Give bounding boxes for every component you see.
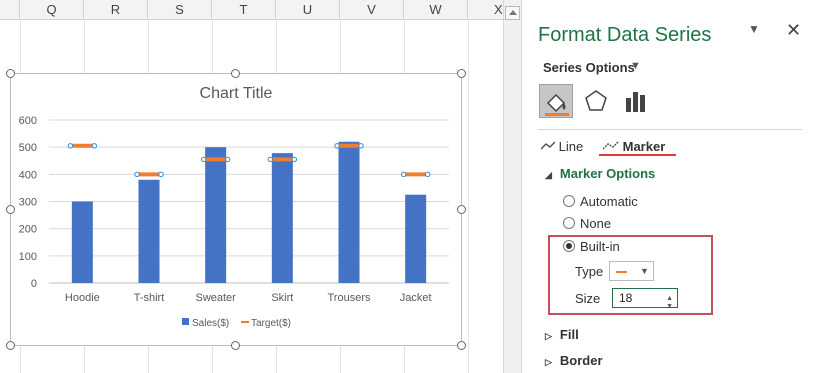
column-header-u[interactable]: U: [276, 0, 340, 20]
spreadsheet-area: Q R S T U V W X Chart Title 0 100 200 300 40…: [0, 0, 503, 373]
resize-handle-bottom[interactable]: [231, 341, 240, 350]
bar[interactable]: [271, 153, 293, 283]
size-label: Size: [575, 291, 601, 306]
x-tick-label: Hoodie: [65, 292, 100, 304]
selection-point: [200, 156, 207, 163]
resize-handle-bottom-left[interactable]: [6, 341, 15, 350]
selection-point: [358, 143, 364, 149]
spin-down-icon[interactable]: ▼: [666, 298, 673, 316]
bar[interactable]: [205, 147, 227, 283]
marker-options-header[interactable]: ◢ Marker Options: [545, 166, 655, 181]
legend-label-sales: Sales($): [192, 318, 229, 329]
x-tick-label: Jacket: [400, 292, 432, 304]
close-icon[interactable]: ✕: [786, 20, 801, 41]
collapsed-triangle-icon: ▷: [545, 331, 552, 341]
radio-automatic[interactable]: Automatic: [563, 194, 638, 209]
legend-label-target: Target($): [251, 318, 291, 329]
format-data-series-pane: Format Data Series ▼ ✕ Series Options ▼ …: [523, 0, 815, 373]
column-header-v[interactable]: V: [340, 0, 404, 20]
effects-icon[interactable]: [579, 84, 613, 118]
chevron-down-icon[interactable]: ▼: [748, 22, 760, 36]
selection-point: [334, 143, 340, 149]
fill-line-icon[interactable]: [539, 84, 573, 118]
resize-handle-top-right[interactable]: [457, 69, 466, 78]
dash-marker-icon: [616, 271, 627, 273]
tab-line-label: Line: [558, 139, 584, 154]
radio-none[interactable]: None: [563, 216, 611, 231]
x-tick-label: Sweater: [195, 292, 236, 304]
selection-point: [424, 171, 431, 178]
tab-marker[interactable]: Marker: [602, 139, 666, 154]
y-tick-label: 400: [19, 169, 37, 181]
caret-down-icon[interactable]: ▼: [630, 60, 641, 72]
pane-title: Format Data Series: [538, 24, 712, 46]
column-header-t[interactable]: T: [212, 0, 276, 20]
series-options-dropdown[interactable]: Series Options: [543, 60, 635, 75]
series-options-icon[interactable]: [619, 84, 653, 118]
selection-point: [267, 156, 274, 163]
collapsed-triangle-icon: ▷: [545, 357, 552, 367]
column-header-s[interactable]: S: [148, 0, 212, 20]
chart-area[interactable]: Chart Title 0 100 200 300 400 500 600 Hoodie T-s…: [10, 73, 462, 346]
x-tick-label: Trousers: [328, 292, 371, 304]
tab-line[interactable]: Line: [540, 139, 584, 154]
radio-built-in[interactable]: Built-in: [563, 239, 620, 254]
y-tick-label: 600: [19, 115, 37, 127]
bar[interactable]: [138, 179, 160, 283]
selection-point: [91, 143, 98, 149]
selection-point: [158, 171, 164, 178]
column-header-q[interactable]: Q: [20, 0, 84, 20]
line-icon: [540, 141, 556, 150]
selection-point: [134, 171, 140, 178]
selection-point: [224, 156, 231, 163]
resize-handle-right[interactable]: [457, 205, 466, 214]
column-header-r[interactable]: R: [84, 0, 148, 20]
border-section[interactable]: ▷ Border: [545, 353, 603, 368]
marker-size-input[interactable]: 18 ▲ ▼: [612, 288, 678, 310]
selection-point: [400, 171, 407, 178]
bar[interactable]: [71, 201, 93, 284]
y-tick-label: 200: [19, 224, 37, 236]
column-header-row: Q R S T U V W X: [0, 0, 503, 20]
bar[interactable]: [338, 141, 360, 283]
legend-swatch-sales: [182, 318, 189, 325]
resize-handle-top[interactable]: [231, 69, 240, 78]
fill-section[interactable]: ▷ Fill: [545, 327, 579, 342]
marker-type-dropdown[interactable]: ▼: [609, 261, 654, 281]
y-tick-label: 100: [19, 251, 37, 263]
type-label: Type: [575, 264, 604, 279]
resize-handle-bottom-right[interactable]: [457, 341, 466, 350]
marker-icon: [602, 141, 619, 150]
y-tick-label: 500: [19, 142, 37, 154]
resize-handle-top-left[interactable]: [6, 69, 15, 78]
y-tick-label: 0: [31, 278, 37, 290]
column-header-w[interactable]: W: [404, 0, 468, 20]
bar[interactable]: [405, 194, 427, 283]
scroll-up-arrow[interactable]: [505, 6, 520, 20]
column-header-x[interactable]: X: [468, 0, 503, 20]
resize-handle-left[interactable]: [6, 205, 15, 214]
selection-point: [291, 156, 298, 163]
vertical-scrollbar[interactable]: [503, 0, 522, 373]
x-tick-label: Skirt: [271, 292, 293, 304]
x-tick-label: T-shirt: [134, 292, 165, 304]
expanded-triangle-icon: ◢: [545, 170, 552, 180]
chart-plot[interactable]: 0 100 200 300 400 500 600 Hoodie T-shirt Sweater S…: [11, 74, 463, 347]
chevron-down-icon: ▼: [640, 266, 649, 276]
selection-point: [67, 143, 74, 149]
tab-marker-label: Marker: [622, 139, 666, 154]
y-tick-label: 300: [19, 197, 37, 209]
